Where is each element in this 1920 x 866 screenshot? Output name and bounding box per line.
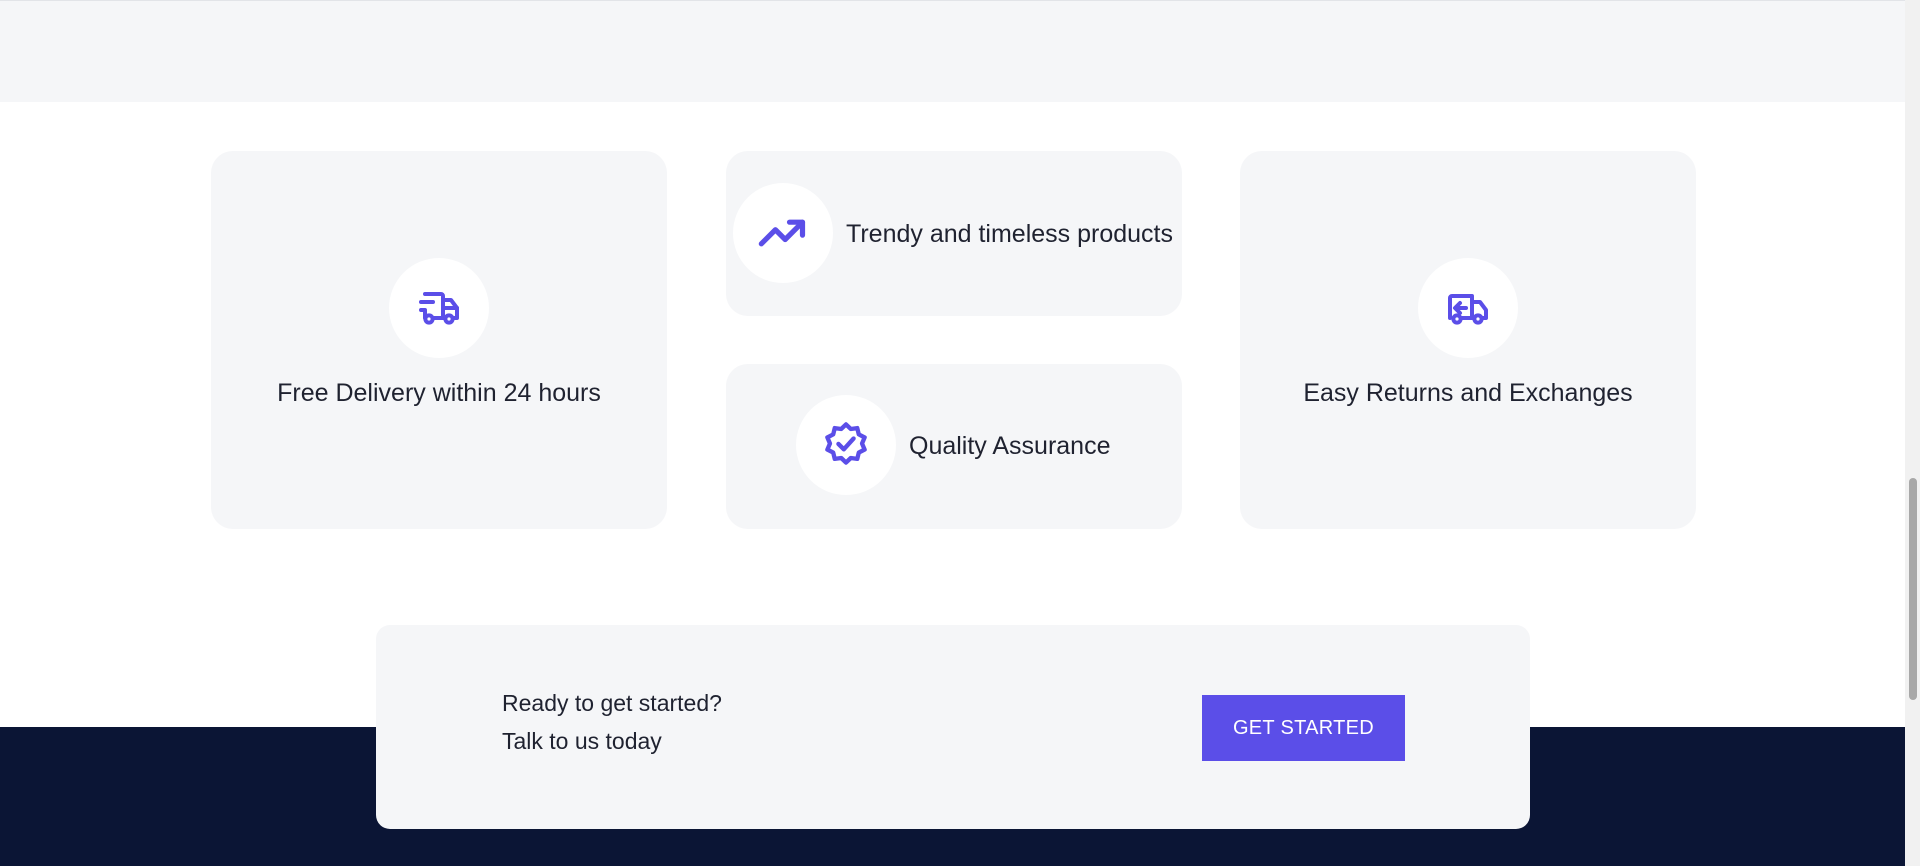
- feature-card-quality: Quality Assurance: [726, 364, 1182, 529]
- scrollbar-thumb[interactable]: [1909, 478, 1917, 700]
- feature-label-returns: Easy Returns and Exchanges: [1303, 379, 1633, 407]
- feature-card-returns: Easy Returns and Exchanges: [1240, 151, 1696, 529]
- feature-label-trendy: Trendy and timeless products: [846, 220, 1174, 248]
- return-icon-circle: [1418, 258, 1518, 358]
- top-section-band: [0, 0, 1905, 102]
- feature-card-delivery: Free Delivery within 24 hours: [211, 151, 667, 529]
- cta-heading: Ready to get started?: [502, 690, 722, 716]
- feature-label-quality: Quality Assurance: [909, 432, 1111, 460]
- cta-card: Ready to get started? Talk to us today G…: [376, 625, 1530, 829]
- feature-label-delivery: Free Delivery within 24 hours: [277, 379, 601, 407]
- cta-subheading: Talk to us today: [502, 728, 662, 754]
- truck-return-icon: [1448, 294, 1488, 325]
- get-started-button[interactable]: GET STARTED: [1202, 695, 1405, 761]
- trending-icon-circle: [733, 183, 833, 283]
- page-scrollbar[interactable]: [1905, 0, 1920, 866]
- truck-icon-circle: [389, 258, 489, 358]
- trending-up-icon: [758, 219, 806, 247]
- feature-card-trendy: Trendy and timeless products: [726, 151, 1182, 316]
- verified-badge-icon: [825, 422, 867, 465]
- quality-icon-circle: [796, 395, 896, 495]
- truck-icon: [419, 292, 459, 325]
